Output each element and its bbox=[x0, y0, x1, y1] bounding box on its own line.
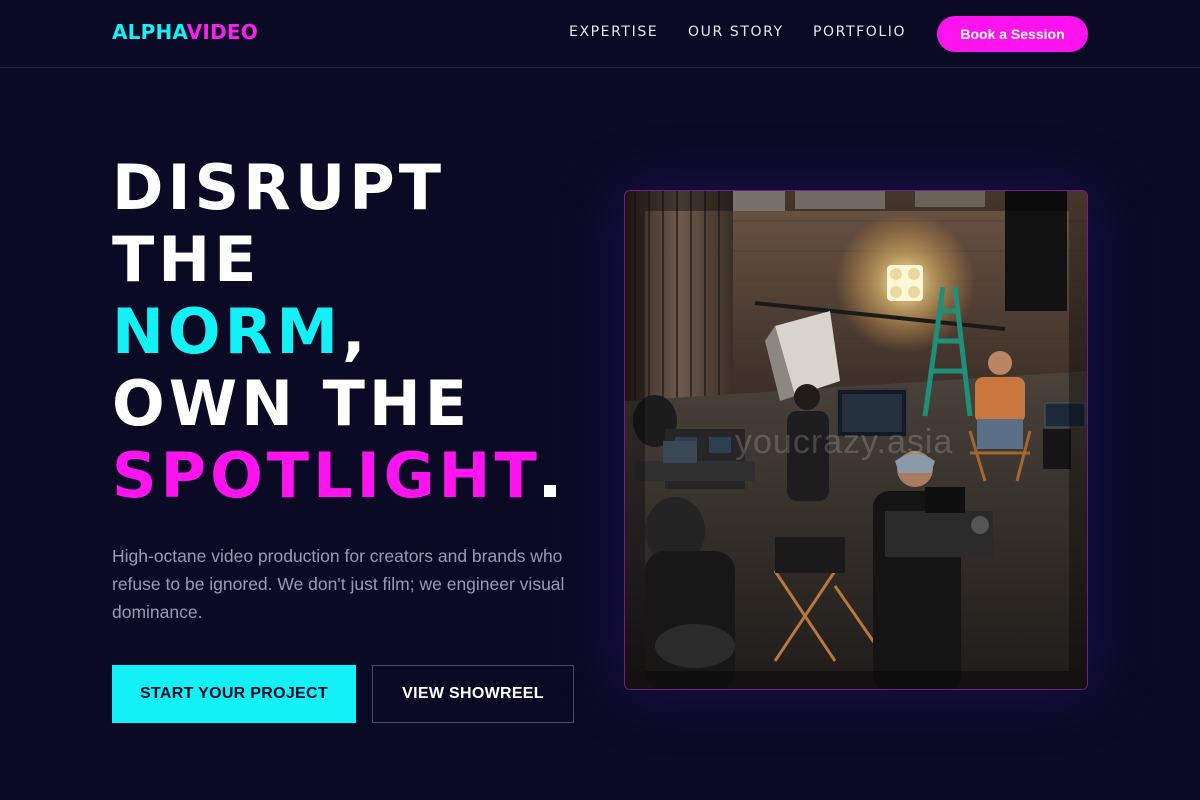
brand-logo[interactable]: ALPHAVIDEO bbox=[112, 19, 258, 45]
hero-headline: DISRUPT THE NORM, OWN THE SPOTLIGHT bbox=[112, 152, 556, 512]
hero-subtext: High-octane video production for creator… bbox=[112, 546, 565, 622]
top-nav: ALPHAVIDEO EXPERTISE OUR STORY PORTFOLIO… bbox=[0, 0, 1200, 68]
nav-link-portfolio[interactable]: PORTFOLIO bbox=[813, 24, 906, 40]
view-showreel-button[interactable]: VIEW SHOWREEL bbox=[372, 665, 574, 723]
headline-line-3: NORM, bbox=[112, 296, 556, 368]
brand-logo-part1: ALPHA bbox=[112, 20, 187, 44]
nav-link-expertise[interactable]: EXPERTISE bbox=[569, 24, 658, 40]
brand-logo-part2: VIDEO bbox=[186, 20, 258, 44]
book-session-button[interactable]: Book a Session bbox=[937, 16, 1088, 52]
hero-film-set-image: youcrazy.asia bbox=[624, 190, 1088, 690]
headline-line-4: OWN THE bbox=[112, 367, 472, 440]
headline-highlight-spotlight: SPOTLIGHT bbox=[112, 439, 541, 512]
start-project-button[interactable]: START YOUR PROJECT bbox=[112, 665, 356, 723]
headline-highlight-norm: NORM bbox=[112, 295, 343, 368]
headline-line-2: THE bbox=[112, 223, 261, 296]
nav-link-our-story[interactable]: OUR STORY bbox=[688, 24, 784, 40]
headline-line-5: SPOTLIGHT bbox=[112, 440, 556, 512]
headline-comma: , bbox=[342, 295, 370, 368]
square-dot-icon bbox=[543, 485, 556, 497]
headline-line-1: DISRUPT bbox=[112, 151, 446, 224]
image-watermark: youcrazy.asia bbox=[735, 423, 954, 461]
